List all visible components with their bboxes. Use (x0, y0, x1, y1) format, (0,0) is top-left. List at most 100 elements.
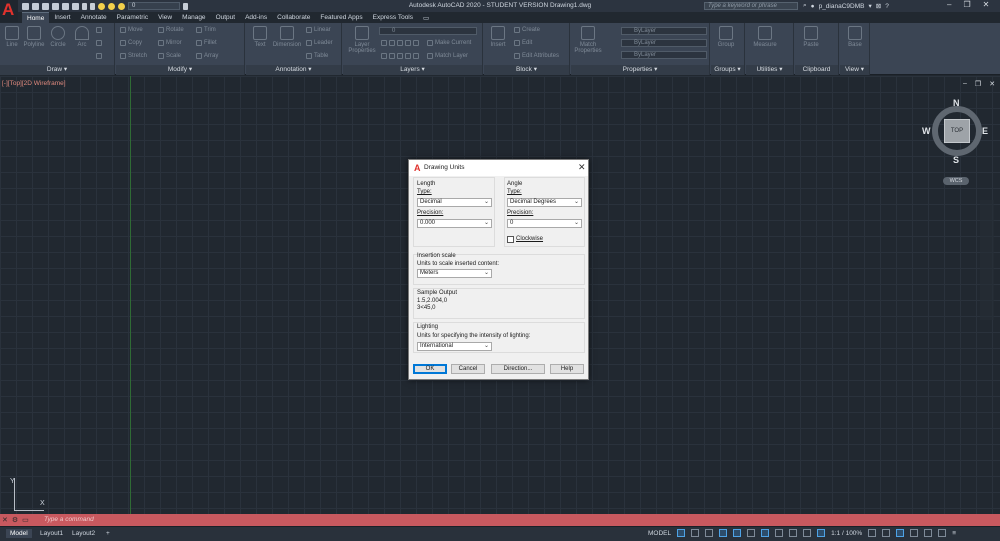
binoculars-icon[interactable]: ⌕ (803, 2, 807, 10)
isodraft-icon[interactable] (733, 529, 742, 537)
panel-annotation-title[interactable]: Annotation ▾ (246, 65, 341, 75)
panel-utilities-title[interactable]: Utilities ▾ (746, 65, 793, 75)
polar-icon[interactable] (719, 529, 728, 537)
match-layer-button[interactable]: Match Layer (427, 53, 468, 59)
panel-draw-title[interactable]: Draw ▾ (0, 65, 114, 75)
tab-output[interactable]: Output (211, 12, 241, 23)
share-icon[interactable] (183, 2, 188, 10)
help-button[interactable]: Help (550, 364, 584, 374)
panel-clipboard-title[interactable]: Clipboard (795, 65, 838, 75)
compass-west[interactable]: W (922, 126, 931, 136)
array-button[interactable]: Array (196, 53, 218, 59)
annotation-visibility-icon[interactable] (817, 529, 826, 537)
ribbon-toggle-icon[interactable]: ▭ (418, 12, 432, 23)
close-icon[interactable]: ✕ (578, 162, 586, 173)
move-button[interactable]: Move (120, 27, 143, 33)
angle-precision-select[interactable]: 0 ⌄ (507, 219, 582, 228)
tab-parametric[interactable]: Parametric (112, 12, 153, 23)
rectangle-button[interactable] (96, 27, 102, 33)
lineweight-icon[interactable] (775, 529, 784, 537)
rotate-button[interactable]: Rotate (158, 27, 184, 33)
table-button[interactable]: Table (306, 53, 328, 59)
tab-home[interactable]: Home (22, 12, 50, 23)
polyline-button[interactable]: Polyline (22, 26, 46, 48)
arc-button[interactable]: Arc (70, 26, 94, 48)
application-menu-button[interactable]: A (0, 0, 18, 22)
layer-on-icon[interactable] (98, 2, 105, 10)
panel-block-title[interactable]: Block ▾ (484, 65, 569, 75)
text-button[interactable]: Text (248, 26, 272, 48)
leader-button[interactable]: Leader (306, 40, 333, 46)
annotation-scale[interactable]: 1:1 / 100% (831, 530, 862, 537)
paste-button[interactable]: Paste (799, 26, 823, 48)
minimize-icon[interactable]: – (947, 0, 951, 9)
viewport-minimize-icon[interactable]: – (963, 80, 967, 88)
compass-south[interactable]: S (953, 155, 959, 165)
linear-button[interactable]: Linear (306, 27, 331, 33)
insertion-units-select[interactable]: Meters ⌄ (417, 269, 492, 278)
base-button[interactable]: Base (843, 26, 867, 48)
measure-button[interactable]: Measure (750, 26, 780, 48)
tab-layout1[interactable]: Layout1 (36, 529, 67, 538)
command-input[interactable]: Type a command (44, 516, 94, 523)
angle-type-select[interactable]: Decimal Degrees ⌄ (507, 198, 582, 207)
cart-icon[interactable]: ▾ (868, 2, 871, 10)
clockwise-label[interactable]: Clockwise (516, 236, 543, 242)
lighting-units-select[interactable]: International ⌄ (417, 342, 492, 351)
panel-layers-title[interactable]: Layers ▾ (343, 65, 482, 75)
isolate-objects-icon[interactable] (924, 529, 933, 537)
fillet-button[interactable]: Fillet (196, 40, 217, 46)
snap-icon[interactable] (691, 529, 700, 537)
tab-featured-apps[interactable]: Featured Apps (315, 12, 367, 23)
grid-icon[interactable] (677, 529, 686, 537)
redo-icon[interactable] (90, 2, 95, 10)
cancel-button[interactable]: Cancel (451, 364, 485, 374)
tab-view[interactable]: View (153, 12, 177, 23)
add-layout-icon[interactable]: + (102, 529, 114, 538)
hatch-button[interactable] (96, 40, 102, 46)
layer-tools-row-2[interactable] (381, 53, 419, 59)
layer-freeze-icon[interactable] (108, 2, 115, 10)
clean-screen-icon[interactable] (938, 529, 947, 537)
mirror-button[interactable]: Mirror (158, 40, 182, 46)
quick-properties-icon[interactable] (910, 529, 919, 537)
open-icon[interactable] (32, 2, 39, 10)
close-icon[interactable]: ✕ (983, 0, 990, 9)
tab-annotate[interactable]: Annotate (76, 12, 112, 23)
layer-lock-icon[interactable] (118, 2, 125, 10)
panel-groups-title[interactable]: Groups ▾ (711, 65, 744, 75)
exchange-icon[interactable]: ⊠ (876, 2, 881, 10)
selection-cycling-icon[interactable] (803, 529, 812, 537)
ortho-icon[interactable] (705, 529, 714, 537)
edit-attributes-button[interactable]: Edit Attributes (514, 53, 559, 59)
annotation-monitor-icon[interactable] (882, 529, 891, 537)
copy-button[interactable]: Copy (120, 40, 142, 46)
close-command-icon[interactable]: ✕ (2, 516, 8, 524)
line-button[interactable]: Line (0, 26, 24, 48)
tab-layout2[interactable]: Layout2 (68, 529, 99, 538)
transparency-icon[interactable] (789, 529, 798, 537)
workspace-icon[interactable] (868, 529, 877, 537)
tab-add-ins[interactable]: Add-ins (240, 12, 272, 23)
web-mobile-icon[interactable] (62, 2, 69, 10)
user-icon[interactable]: ● (811, 3, 815, 10)
dimension-button[interactable]: Dimension (272, 26, 302, 48)
layer-select[interactable]: 0 (379, 27, 477, 35)
group-button[interactable]: Group (714, 26, 738, 48)
recent-commands-icon[interactable]: ▭ (22, 516, 29, 524)
viewport-restore-icon[interactable]: ❐ (975, 80, 981, 88)
panel-properties-title[interactable]: Properties ▾ (571, 65, 709, 75)
viewport-close-icon[interactable]: ✕ (989, 80, 995, 88)
undo-icon[interactable] (82, 2, 87, 10)
match-properties-button[interactable]: Match Properties (573, 26, 603, 54)
layer-dropdown[interactable]: 0 (128, 2, 180, 10)
linetype-select[interactable]: ByLayer (621, 39, 707, 47)
layer-tools-row-1[interactable] (381, 40, 419, 46)
compass-north[interactable]: N (953, 98, 960, 108)
model-space-toggle[interactable]: MODEL (648, 530, 671, 537)
units-icon[interactable] (896, 529, 905, 537)
stretch-button[interactable]: Stretch (120, 53, 147, 59)
ellipse-button[interactable] (96, 53, 102, 59)
circle-button[interactable]: Circle (46, 26, 70, 48)
new-icon[interactable] (22, 2, 29, 10)
